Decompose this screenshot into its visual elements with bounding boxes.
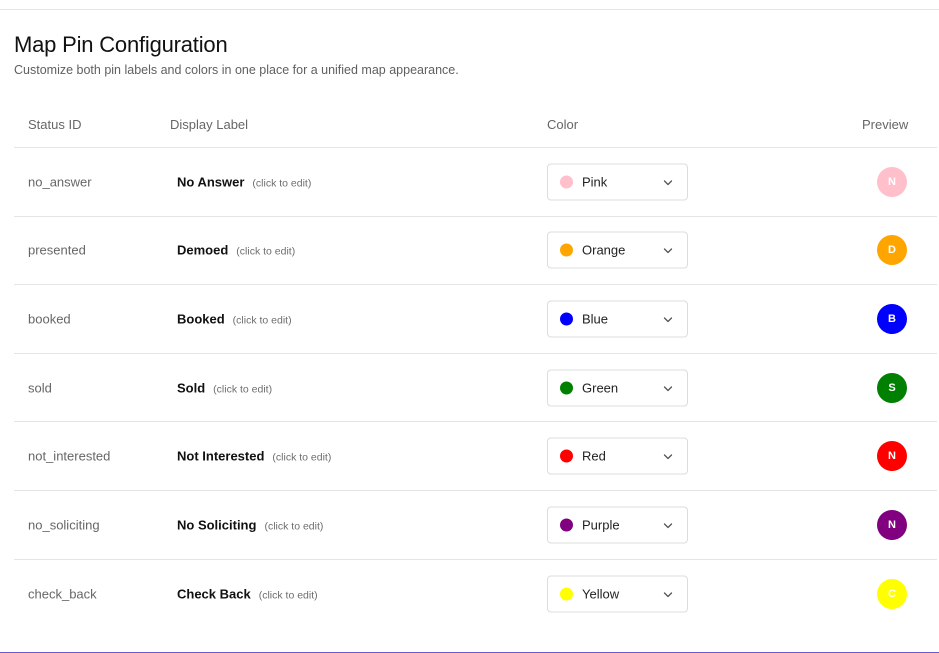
color-select[interactable]: Yellow: [547, 575, 688, 613]
color-name: Yellow: [582, 586, 620, 602]
display-label[interactable]: Demoed: [177, 243, 228, 258]
display-label[interactable]: Sold: [177, 380, 205, 395]
color-swatch: [560, 312, 573, 326]
preview-pin: N: [877, 166, 907, 197]
chevron-down-icon: [663, 592, 673, 598]
edit-hint: (click to edit): [264, 520, 324, 533]
chevron-down-icon: [663, 454, 673, 460]
table-row: check_back Check Back (click to edit) Ye…: [14, 560, 937, 629]
chevron-down-icon: [663, 180, 673, 185]
chevron-down-icon: [663, 317, 673, 323]
color-name: Red: [582, 448, 606, 464]
preview-pin: S: [877, 372, 907, 403]
edit-hint: (click to edit): [252, 177, 312, 190]
edit-hint: (click to edit): [258, 589, 318, 602]
color-swatch: [560, 243, 573, 257]
display-label[interactable]: No Answer: [177, 174, 244, 189]
color-swatch: [560, 381, 573, 395]
edit-hint: (click to edit): [236, 245, 296, 258]
color-swatch: [560, 175, 573, 189]
display-label-editable[interactable]: No Soliciting (click to edit): [177, 517, 323, 532]
chevron-down-icon: [663, 248, 673, 254]
page-subtitle: Customize both pin labels and colors in …: [14, 63, 459, 77]
chevron-down-icon: [663, 385, 673, 391]
display-label-editable[interactable]: Demoed (click to edit): [177, 243, 295, 258]
header-preview: Preview: [862, 117, 909, 132]
display-label[interactable]: No Soliciting: [177, 517, 256, 532]
color-select[interactable]: Purple: [547, 506, 688, 544]
preview-pin: N: [877, 441, 907, 472]
edit-hint: (click to edit): [232, 314, 292, 327]
chevron-down-icon: [663, 523, 673, 528]
color-name: Green: [582, 380, 619, 396]
display-label[interactable]: Check Back: [177, 586, 251, 601]
table-row: booked Booked (click to edit) Blue B: [14, 285, 937, 354]
color-select[interactable]: Pink: [547, 163, 688, 201]
pin-config-table: Status ID Display Label Color Preview no…: [14, 98, 937, 628]
color-name: Pink: [582, 174, 608, 190]
table-row: no_soliciting No Soliciting (click to ed…: [14, 491, 937, 560]
color-name: Blue: [582, 311, 609, 327]
display-label-editable[interactable]: Booked (click to edit): [177, 311, 292, 326]
color-select[interactable]: Orange: [547, 231, 688, 269]
status-id: not_interested: [28, 448, 111, 464]
table-row: not_interested Not Interested (click to …: [14, 422, 937, 491]
color-swatch: [560, 587, 573, 601]
preview-pin: B: [877, 303, 907, 334]
status-id: no_answer: [28, 174, 92, 190]
header-color: Color: [547, 117, 579, 132]
preview-pin: C: [877, 578, 907, 609]
table-header: Status ID Display Label Color Preview: [14, 98, 937, 148]
display-label-editable[interactable]: No Answer (click to edit): [177, 174, 311, 189]
table-row: presented Demoed (click to edit) Orange …: [14, 217, 937, 286]
display-label-editable[interactable]: Check Back (click to edit): [177, 586, 318, 601]
edit-hint: (click to edit): [272, 451, 332, 464]
display-label[interactable]: Not Interested: [177, 449, 264, 464]
edit-hint: (click to edit): [213, 383, 273, 396]
display-label-editable[interactable]: Not Interested (click to edit): [177, 449, 331, 464]
color-name: Orange: [582, 242, 626, 258]
color-select[interactable]: Blue: [547, 300, 688, 338]
header-status-id: Status ID: [28, 117, 82, 132]
color-name: Purple: [582, 517, 620, 533]
status-id: booked: [28, 311, 71, 327]
status-id: check_back: [28, 586, 97, 602]
top-divider: [0, 9, 939, 10]
display-label[interactable]: Booked: [177, 311, 225, 326]
color-select[interactable]: Green: [547, 369, 688, 407]
status-id: presented: [28, 242, 86, 258]
header-display-label: Display Label: [170, 117, 249, 132]
color-select[interactable]: Red: [547, 437, 688, 475]
preview-pin: D: [877, 235, 907, 266]
display-label-editable[interactable]: Sold (click to edit): [177, 380, 272, 395]
table-row: sold Sold (click to edit) Green S: [14, 354, 937, 423]
color-swatch: [560, 449, 573, 463]
page-title: Map Pin Configuration: [14, 32, 228, 57]
table-row: no_answer No Answer (click to edit) Pink…: [14, 148, 937, 217]
table-body: no_answer No Answer (click to edit) Pink…: [14, 148, 937, 628]
color-swatch: [560, 518, 573, 532]
status-id: sold: [28, 380, 52, 396]
preview-pin: N: [877, 509, 907, 540]
status-id: no_soliciting: [28, 517, 100, 533]
